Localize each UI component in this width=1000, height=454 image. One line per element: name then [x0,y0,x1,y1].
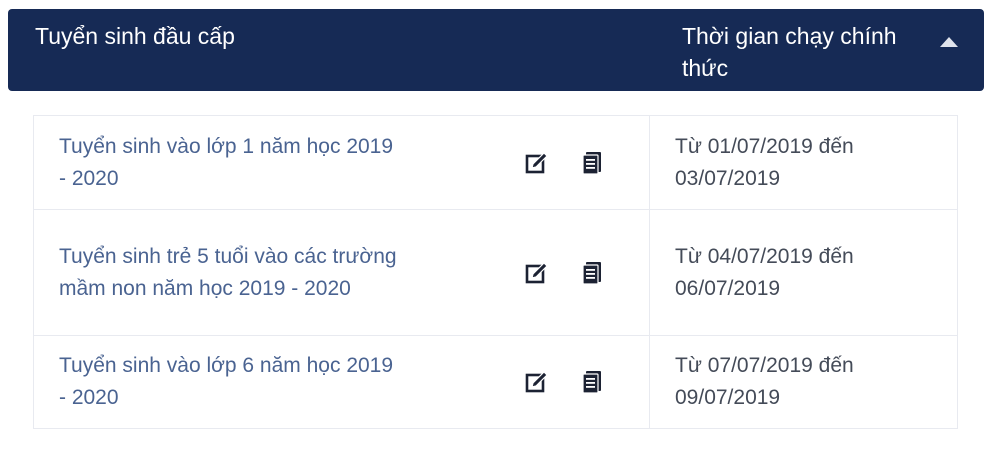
name-cell: Tuyển sinh trẻ 5 tuổi vào các trường mầm… [34,210,650,335]
enrollment-table: Tuyển sinh vào lớp 1 năm học 2019 - 2020… [33,115,958,429]
edit-icon[interactable] [525,151,549,175]
caret-up-icon[interactable] [940,37,958,47]
row-actions [525,151,602,175]
time-range: Từ 04/07/2019 đến 06/07/2019 [675,244,854,300]
time-range: Từ 01/07/2019 đến 03/07/2019 [675,134,854,190]
table-row: Tuyển sinh vào lớp 1 năm học 2019 - 2020… [34,116,957,210]
time-cell: Từ 01/07/2019 đến 03/07/2019 [650,116,957,209]
document-icon[interactable] [582,151,602,175]
time-cell: Từ 04/07/2019 đến 06/07/2019 [650,210,957,335]
row-actions [525,261,602,285]
enrollment-link[interactable]: Tuyển sinh trẻ 5 tuổi vào các trường mầm… [59,241,399,305]
name-cell: Tuyển sinh vào lớp 6 năm học 2019 - 2020 [34,336,650,428]
document-icon[interactable] [582,261,602,285]
enrollment-link[interactable]: Tuyển sinh vào lớp 6 năm học 2019 - 2020 [59,350,399,414]
header-time-column: Thời gian chạy chính thức [682,23,897,81]
edit-icon[interactable] [525,370,549,394]
table-header: Tuyển sinh đầu cấp Thời gian chạy chính … [8,9,984,91]
time-cell: Từ 07/07/2019 đến 09/07/2019 [650,336,957,428]
name-cell: Tuyển sinh vào lớp 1 năm học 2019 - 2020 [34,116,650,209]
table-row: Tuyển sinh trẻ 5 tuổi vào các trường mầm… [34,210,957,336]
header-title: Tuyển sinh đầu cấp [35,23,235,49]
edit-icon[interactable] [525,261,549,285]
row-actions [525,370,602,394]
time-range: Từ 07/07/2019 đến 09/07/2019 [675,354,854,409]
document-icon[interactable] [582,370,602,394]
enrollment-link[interactable]: Tuyển sinh vào lớp 1 năm học 2019 - 2020 [59,131,399,195]
table-row: Tuyển sinh vào lớp 6 năm học 2019 - 2020… [34,336,957,428]
